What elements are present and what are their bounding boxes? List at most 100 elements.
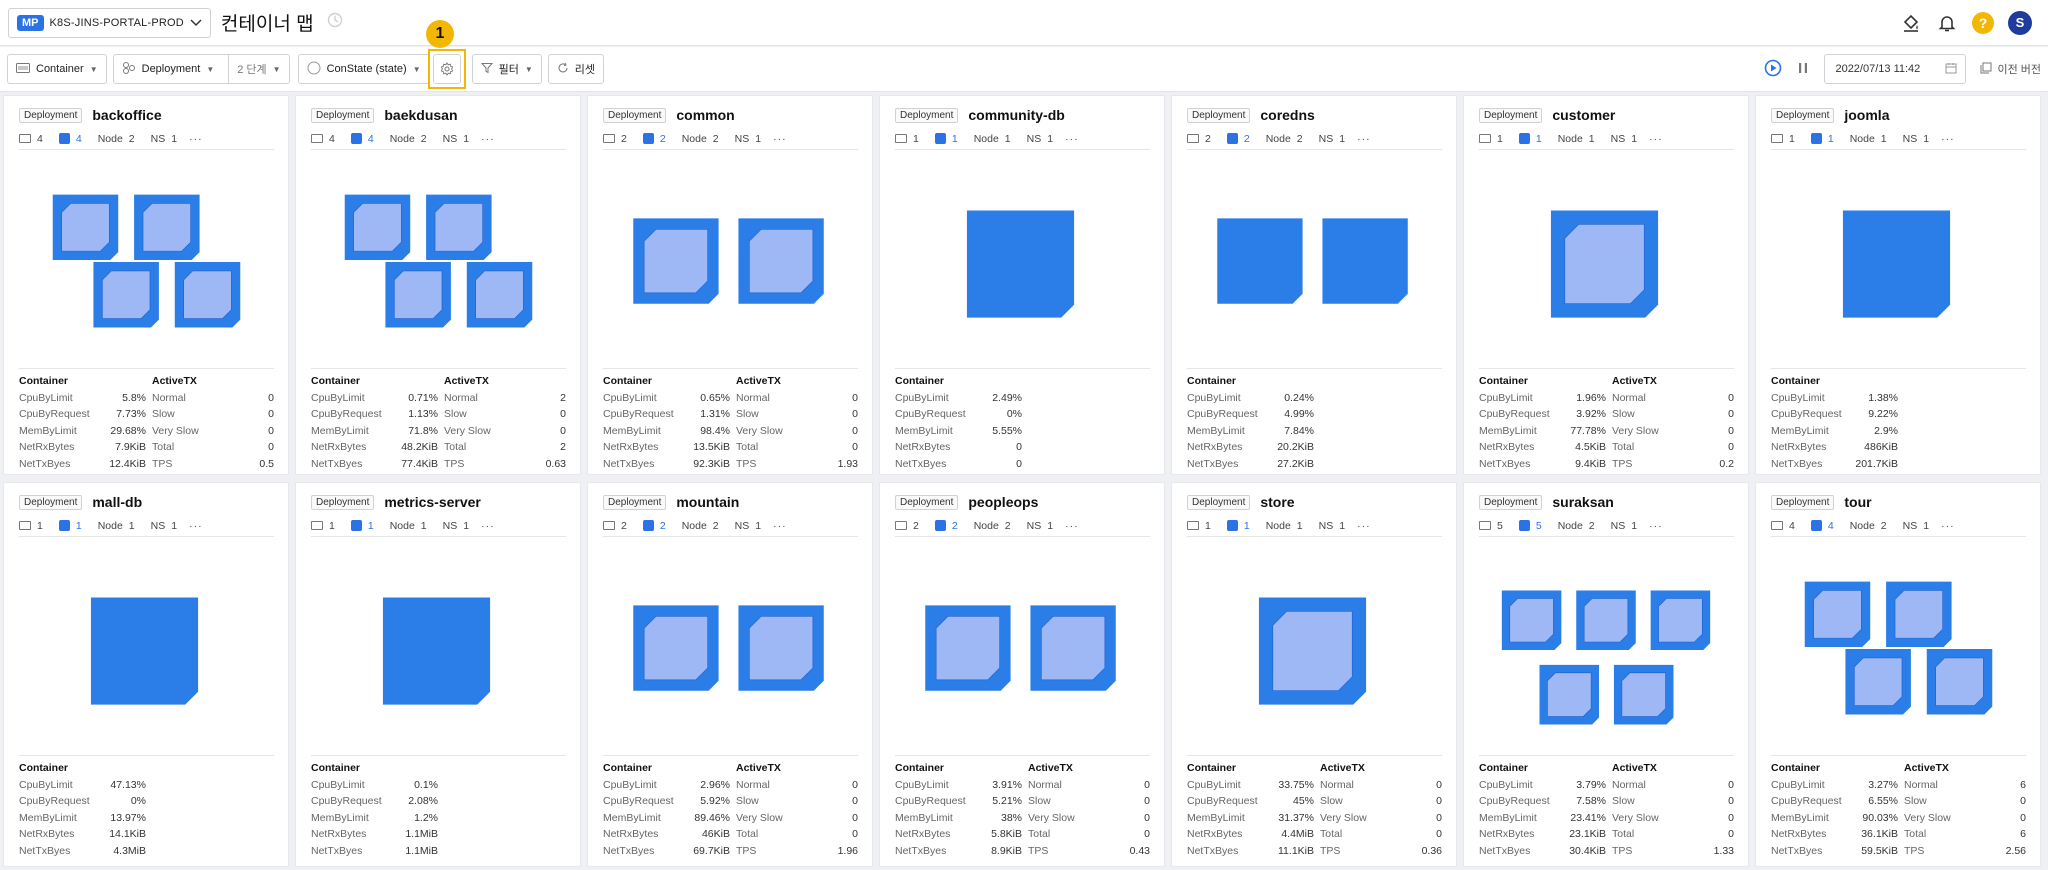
metric-value: 1.1MiB bbox=[405, 844, 438, 857]
more-icon[interactable]: ··· bbox=[1941, 133, 1955, 145]
metric-value: 2.08% bbox=[408, 795, 438, 808]
more-icon[interactable]: ··· bbox=[1649, 133, 1663, 145]
help-icon[interactable]: ? bbox=[1972, 11, 1994, 34]
metric-label: MemByLimit bbox=[1187, 811, 1245, 824]
tx-label: TPS bbox=[1320, 844, 1341, 857]
metric-label: MemByLimit bbox=[19, 811, 77, 824]
depth-dropdown[interactable]: 2 단계 ▼ bbox=[228, 55, 288, 83]
bell-icon[interactable] bbox=[1936, 12, 1958, 34]
prev-version-button[interactable]: 이전 버전 bbox=[1980, 61, 2041, 77]
deployment-card[interactable]: Deployment tour 4 4 Node 2 NS 1 ··· Container CpuB… bbox=[1755, 482, 2041, 867]
deployment-card[interactable]: Deployment customer 1 1 Node 1 NS 1 ··· Container… bbox=[1463, 95, 1749, 475]
more-icon[interactable]: ··· bbox=[1649, 520, 1663, 532]
tx-row: Slow 0 bbox=[1612, 406, 1734, 422]
project-selector[interactable]: MP K8S-JINS-PORTAL-PROD bbox=[8, 7, 211, 38]
ns-count: 1 bbox=[755, 519, 762, 532]
container-map-svg bbox=[90, 597, 199, 705]
deployment-name[interactable]: store bbox=[1260, 494, 1294, 510]
container-icon bbox=[934, 133, 946, 144]
deployment-name[interactable]: coredns bbox=[1260, 107, 1314, 123]
deployment-card[interactable]: Deployment common 2 2 Node 2 NS 1 ··· Container Cp… bbox=[587, 95, 873, 475]
tx-value: 0 bbox=[268, 408, 274, 421]
tx-row: Total 0 bbox=[152, 439, 274, 455]
tx-label: Slow bbox=[1904, 795, 1927, 808]
deployment-name[interactable]: customer bbox=[1552, 107, 1615, 123]
history-icon[interactable] bbox=[326, 11, 344, 34]
metric-row: NetRxBytes 48.2KiB bbox=[311, 439, 438, 455]
deployment-card[interactable]: Deployment joomla 1 1 Node 1 NS 1 ··· Container Cp… bbox=[1755, 95, 2041, 475]
deployment-name[interactable]: community-db bbox=[968, 107, 1064, 123]
more-icon[interactable]: ··· bbox=[1065, 133, 1079, 145]
card-counts: 2 2 Node 2 NS 1 ··· bbox=[603, 130, 858, 150]
deployment-name[interactable]: tour bbox=[1844, 494, 1871, 510]
tx-label: Normal bbox=[152, 392, 186, 404]
deployment-card[interactable]: Deployment backoffice 4 4 Node 2 NS 1 ··· Contain… bbox=[3, 95, 289, 475]
ns-count: 1 bbox=[171, 519, 178, 532]
metric-label: CpuByLimit bbox=[1479, 779, 1533, 791]
node-label: Node bbox=[681, 519, 707, 532]
deployment-card[interactable]: Deployment community-db 1 1 Node 1 NS 1 ··· Conta… bbox=[879, 95, 1165, 475]
tx-value: 0 bbox=[268, 392, 274, 404]
avatar[interactable]: S bbox=[2008, 10, 2032, 35]
deployment-name[interactable]: baekdusan bbox=[384, 107, 457, 123]
play-icon[interactable] bbox=[1764, 59, 1782, 80]
more-icon[interactable]: ··· bbox=[1357, 133, 1371, 145]
more-icon[interactable]: ··· bbox=[773, 520, 787, 532]
more-icon[interactable]: ··· bbox=[481, 133, 495, 145]
metric-label: MemByLimit bbox=[1479, 424, 1537, 437]
container-map-svg bbox=[966, 210, 1075, 318]
deployment-name[interactable]: suraksan bbox=[1552, 494, 1613, 510]
more-icon[interactable]: ··· bbox=[189, 133, 203, 145]
card-counts: 4 4 Node 2 NS 1 ··· bbox=[311, 130, 566, 150]
metric-value: 13.5KiB bbox=[693, 441, 730, 454]
deployment-name[interactable]: joomla bbox=[1844, 107, 1889, 123]
deployment-card[interactable]: Deployment suraksan 5 5 Node 2 NS 1 ··· Container… bbox=[1463, 482, 1749, 867]
container-inner bbox=[643, 616, 708, 681]
reset-button[interactable]: 리셋 bbox=[547, 54, 605, 84]
tx-row: Total 2 bbox=[444, 439, 566, 455]
more-icon[interactable]: ··· bbox=[481, 520, 495, 532]
deployment-name[interactable]: peopleops bbox=[968, 494, 1038, 510]
deployment-dropdown[interactable]: Deployment ▼ bbox=[114, 55, 223, 83]
tx-value: 0 bbox=[1436, 811, 1442, 824]
settings-button[interactable] bbox=[432, 54, 461, 84]
metric-label: NetRxBytes bbox=[1771, 828, 1827, 841]
tx-row: TPS 0.2 bbox=[1612, 456, 1734, 472]
deployment-name[interactable]: common bbox=[676, 107, 734, 123]
more-icon[interactable]: ··· bbox=[1357, 520, 1371, 532]
container-heading: Container bbox=[1187, 375, 1237, 387]
deployment-card[interactable]: Deployment metrics-server 1 1 Node 1 NS 1 ··· Con… bbox=[295, 482, 581, 867]
metric-row: MemByLimit 31.37% bbox=[1187, 810, 1314, 826]
pause-icon[interactable] bbox=[1796, 61, 1810, 78]
paint-bucket-icon[interactable] bbox=[1900, 12, 1922, 34]
deployment-name[interactable]: mall-db bbox=[92, 494, 142, 510]
container-icon bbox=[350, 133, 362, 144]
deployment-card[interactable]: Deployment mountain 2 2 Node 2 NS 1 ··· Container… bbox=[587, 482, 873, 867]
tx-value: 6 bbox=[2020, 828, 2026, 841]
tx-row: Normal 0 bbox=[1320, 777, 1442, 793]
state-dropdown[interactable]: ConState (state) ▼ bbox=[297, 54, 430, 84]
caret-down-icon: ▼ bbox=[272, 64, 281, 74]
metric-row: NetRxBytes 486KiB bbox=[1771, 439, 1898, 455]
container-icon bbox=[1518, 520, 1530, 531]
more-icon[interactable]: ··· bbox=[1065, 520, 1079, 532]
more-icon[interactable]: ··· bbox=[1941, 520, 1955, 532]
deployment-name[interactable]: mountain bbox=[676, 494, 739, 510]
deployment-card[interactable]: Deployment mall-db 1 1 Node 1 NS 1 ··· Container C… bbox=[3, 482, 289, 867]
deployment-card[interactable]: Deployment store 1 1 Node 1 NS 1 ··· Container Cpu… bbox=[1171, 482, 1457, 867]
more-icon[interactable]: ··· bbox=[189, 520, 203, 532]
deployment-card[interactable]: Deployment peopleops 2 2 Node 2 NS 1 ··· Containe… bbox=[879, 482, 1165, 867]
datetime-picker[interactable]: 2022/07/13 11:42 bbox=[1824, 54, 1967, 84]
filter-dropdown[interactable]: 필터 ▼ bbox=[471, 54, 542, 84]
tx-value: 0 bbox=[1728, 392, 1734, 404]
deployment-card[interactable]: Deployment coredns 2 2 Node 2 NS 1 ··· Container C… bbox=[1171, 95, 1457, 475]
metric-row: NetTxByes 1.1MiB bbox=[311, 843, 438, 859]
container-dropdown[interactable]: Container ▼ bbox=[7, 54, 107, 84]
deployment-card[interactable]: Deployment baekdusan 4 4 Node 2 NS 1 ··· Containe… bbox=[295, 95, 581, 475]
deployment-name[interactable]: backoffice bbox=[92, 107, 161, 123]
chevron-down-icon bbox=[190, 18, 202, 26]
node-label: Node bbox=[973, 519, 999, 532]
metric-label: CpuByRequest bbox=[1771, 408, 1842, 421]
deployment-name[interactable]: metrics-server bbox=[384, 494, 481, 510]
more-icon[interactable]: ··· bbox=[773, 133, 787, 145]
